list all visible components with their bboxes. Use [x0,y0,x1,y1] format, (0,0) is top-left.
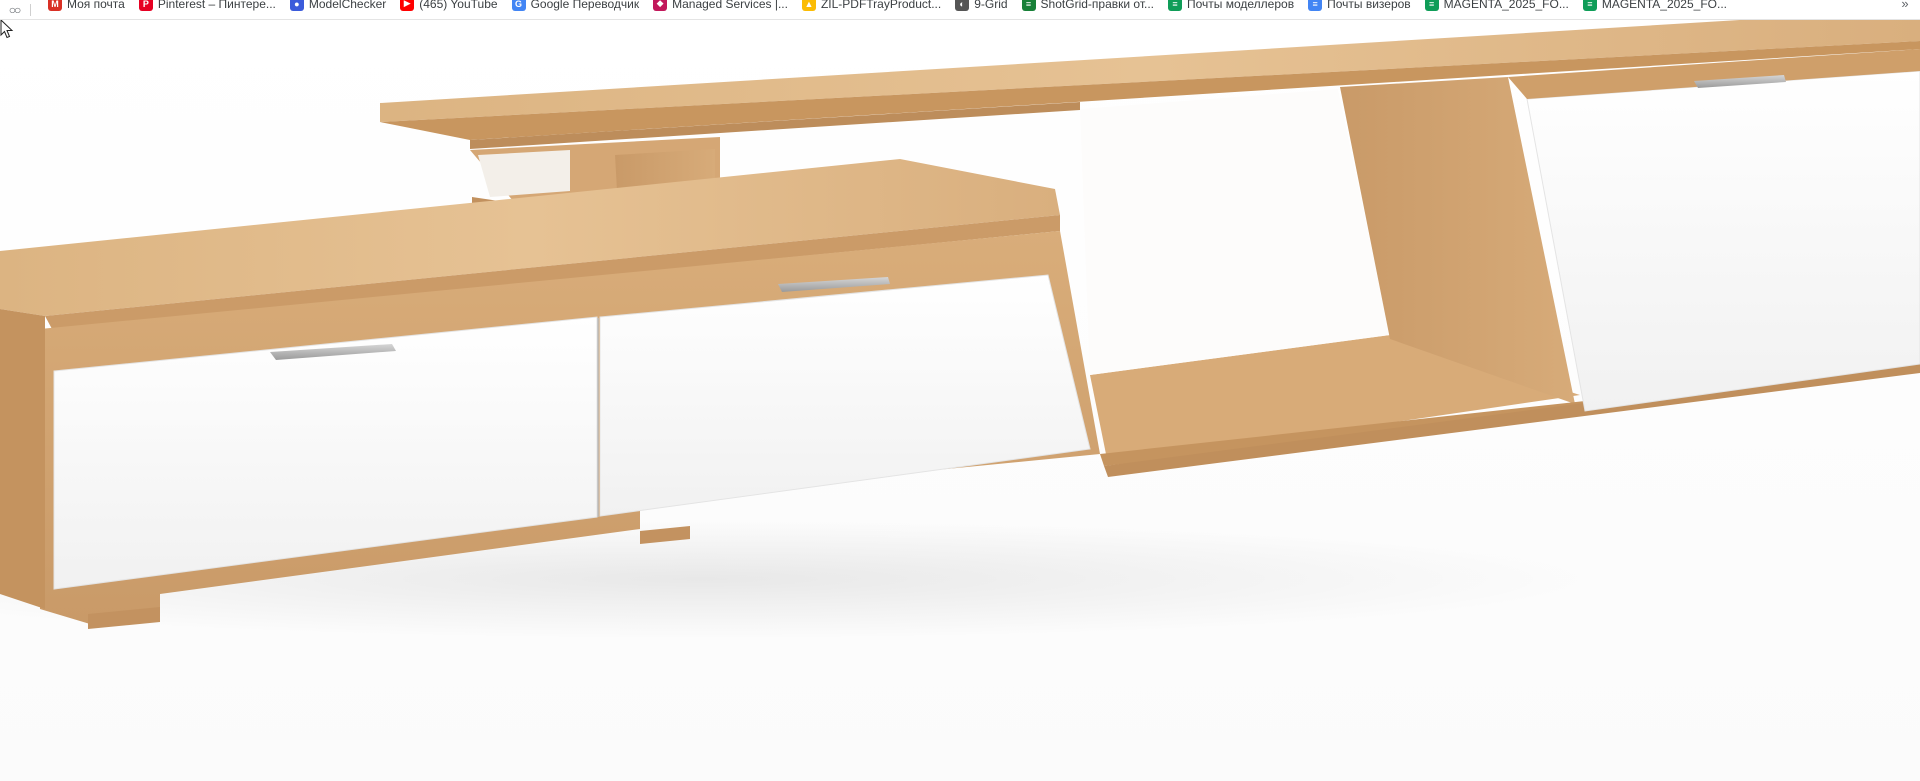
grid-icon: ◐ [955,0,970,11]
tv-stand-render [0,19,1920,639]
bookmark-item[interactable]: ≡ Почты моделлеров [1161,0,1301,13]
sheets-icon: ≡ [1021,0,1036,11]
bookmark-label: ZIL-PDFTrayProduct... [820,0,942,11]
open-shelf-back [1080,89,1390,375]
bookmark-item[interactable]: ≡ MAGENTA_2025_FO... [1418,0,1576,13]
sheets-icon: ≡ [1167,0,1182,11]
bookmark-item[interactable]: ● ModelChecker [283,0,393,13]
google-translate-icon: G [511,0,526,11]
bookmark-item[interactable]: ◆ Managed Services |... [646,0,795,13]
bookmarks-list: M Моя почта P Pinterest – Пинтере... ● ModelC… [41,0,1734,19]
sheets-icon: ≡ [1424,0,1439,11]
bookmark-label: 9-Grid [974,0,1008,11]
bookmark-item[interactable]: M Моя почта [41,0,132,13]
bookmark-label: ModelChecker [308,0,387,11]
drawer-front-right[interactable] [1526,70,1920,412]
bookmark-label: Google Переводчик [530,0,640,11]
bookmark-item[interactable]: ≡ Почты визеров [1301,0,1418,13]
gmail-icon: M [48,0,62,11]
cube-inner [478,150,570,197]
bookmark-item[interactable]: G Google Переводчик [505,0,647,13]
bookmark-item[interactable]: ≡ MAGENTA_2025_FO... [1576,0,1734,13]
bookmark-item[interactable]: ≡ ShotGrid-правки от... [1015,0,1161,13]
managed-services-icon: ◆ [653,0,668,11]
bookmark-label: MAGENTA_2025_FO... [1601,0,1727,11]
bookmark-label: ShotGrid-правки от... [1040,0,1154,11]
youtube-icon: ▶ [400,0,415,11]
bookmark-item[interactable]: ▲ ZIL-PDFTrayProduct... [795,0,948,13]
modelchecker-icon: ● [289,0,304,11]
bookmarks-bar: ○○ M Моя почта P Pinterest – Пинтере... ● Mod… [0,0,1920,20]
bookmark-label: (465) YouTube [419,0,498,11]
sheets-icon: ≡ [1582,0,1597,11]
more-bookmarks-chevron-icon[interactable]: » [1890,0,1920,13]
pinterest-icon: P [138,0,153,11]
bookmark-label: Почты моделлеров [1186,0,1295,11]
bookmark-item[interactable]: ▶ (465) YouTube [393,0,504,13]
bookmark-label: Почты визеров [1327,0,1411,11]
bookmark-item[interactable]: ◐ 9-Grid [948,0,1014,13]
product-image-viewport [0,19,1920,781]
bookmarks-separator [30,3,31,16]
bookmark-label: Моя почта [67,0,125,11]
bookmark-label: MAGENTA_2025_FO... [1443,0,1569,11]
bookmark-label: Managed Services |... [672,0,788,11]
mouse-cursor-icon [0,19,14,39]
drawer-front-middle[interactable] [599,274,1091,517]
apps-grid-icon[interactable]: ○○ [0,0,28,19]
cabinet-left-side [0,309,45,609]
google-drive-icon: ▲ [801,0,816,11]
bookmark-label: Pinterest – Пинтере... [157,0,276,11]
docs-icon: ≡ [1308,0,1323,11]
bookmark-item[interactable]: P Pinterest – Пинтере... [132,0,283,13]
